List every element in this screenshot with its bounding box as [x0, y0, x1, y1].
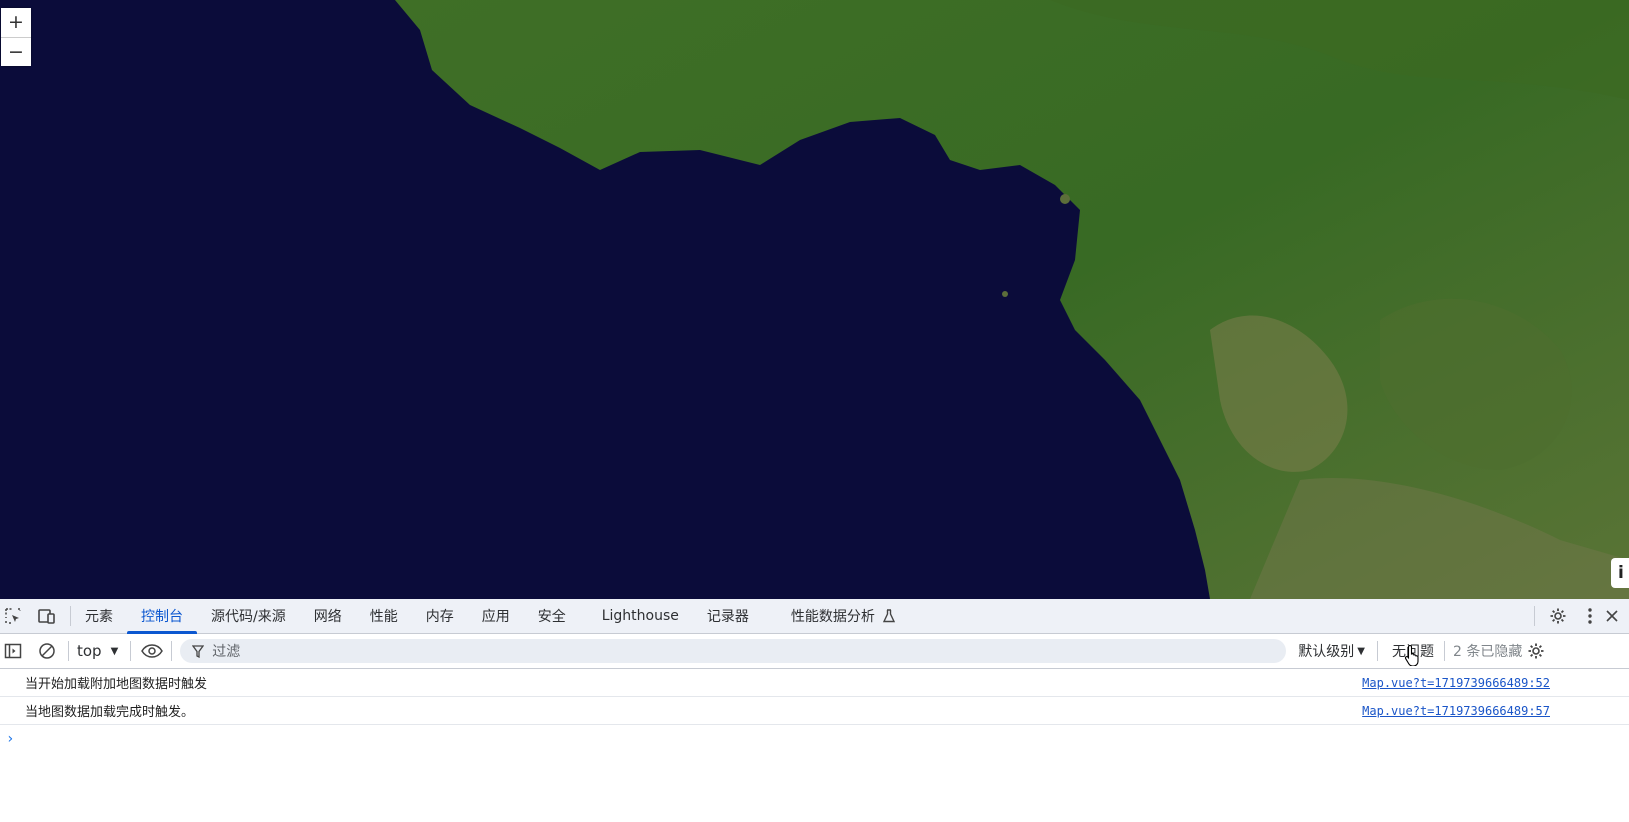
prompt-chevron-icon: › [6, 731, 15, 747]
settings-gear-icon[interactable] [1541, 599, 1575, 633]
zoom-control: + − [1, 8, 31, 66]
console-message: 当地图数据加载完成时触发。 Map.vue?t=1719739666489:57 [0, 697, 1629, 725]
tab-recorder[interactable]: 记录器 [693, 599, 777, 633]
console-message-text: 当地图数据加载完成时触发。 [25, 705, 195, 720]
more-options-icon[interactable] [1575, 599, 1605, 633]
tab-application[interactable]: 应用 [468, 599, 524, 633]
console-settings-gear-icon[interactable] [1526, 634, 1546, 668]
divider [171, 641, 173, 661]
divider [130, 641, 132, 661]
tab-performance-insights[interactable]: 性能数据分析 [777, 599, 910, 633]
filter-placeholder: 过滤 [212, 644, 241, 660]
satellite-map [0, 0, 1629, 599]
console-message: 当开始加载附加地图数据时触发 Map.vue?t=1719739666489:5… [0, 669, 1629, 697]
hand-cursor-icon [1404, 644, 1419, 666]
filter-funnel-icon [192, 644, 205, 658]
inspect-element-icon[interactable] [0, 599, 26, 633]
log-level-dropdown[interactable]: 默认级别 ▼ [1298, 641, 1365, 661]
divider [1534, 606, 1535, 626]
tab-sources[interactable]: 源代码/来源 [197, 599, 300, 633]
console-toolbar: top ▼ 过滤 默认级别 ▼ 无问题 2 条已隐藏 [0, 634, 1629, 669]
zoom-out-button[interactable]: − [1, 37, 31, 66]
divider [1444, 641, 1445, 661]
devtools-tabbar-actions [1528, 599, 1629, 633]
flask-icon [882, 609, 895, 623]
tab-network[interactable]: 网络 [300, 599, 356, 633]
context-selector-value: top [77, 642, 102, 660]
sidebar-toggle-icon[interactable] [0, 634, 26, 668]
zoom-in-button[interactable]: + [1, 8, 31, 37]
devtools-tabbar: 元素 控制台 源代码/来源 网络 性能 内存 应用 安全 Lighthouse … [0, 599, 1629, 634]
tab-security[interactable]: 安全 [524, 599, 588, 633]
tab-performance-insights-label: 性能数据分析 [790, 609, 875, 625]
console-prompt[interactable]: › [0, 725, 1629, 753]
caret-down-icon: ▼ [110, 645, 119, 657]
tab-lighthouse[interactable]: Lighthouse [588, 599, 693, 633]
close-devtools-icon[interactable] [1605, 599, 1629, 633]
filter-input[interactable]: 过滤 [180, 639, 1287, 663]
hidden-messages-count: 2 条已隐藏 [1453, 644, 1523, 660]
devtools-panel: 元素 控制台 源代码/来源 网络 性能 内存 应用 安全 Lighthouse … [0, 599, 1629, 822]
tab-elements[interactable]: 元素 [71, 599, 127, 633]
source-link[interactable]: Map.vue?t=1719739666489:52 [1362, 676, 1550, 690]
source-link[interactable]: Map.vue?t=1719739666489:57 [1362, 704, 1550, 718]
map-view[interactable]: + − i [0, 0, 1629, 599]
log-level-value: 默认级别 [1298, 644, 1355, 660]
tab-console[interactable]: 控制台 [127, 599, 197, 634]
tab-memory[interactable]: 内存 [412, 599, 468, 633]
divider [1377, 641, 1378, 661]
device-toolbar-icon[interactable] [34, 599, 60, 633]
console-message-text: 当开始加载附加地图数据时触发 [25, 677, 208, 692]
caret-down-icon: ▼ [1357, 645, 1365, 657]
tab-performance[interactable]: 性能 [356, 599, 412, 633]
console-output: 当开始加载附加地图数据时触发 Map.vue?t=1719739666489:5… [0, 669, 1629, 753]
attribution-info-button[interactable]: i [1611, 558, 1629, 588]
context-selector[interactable]: top ▼ [69, 642, 128, 660]
clear-console-icon[interactable] [34, 634, 60, 668]
live-expression-eye-icon[interactable] [137, 634, 167, 668]
